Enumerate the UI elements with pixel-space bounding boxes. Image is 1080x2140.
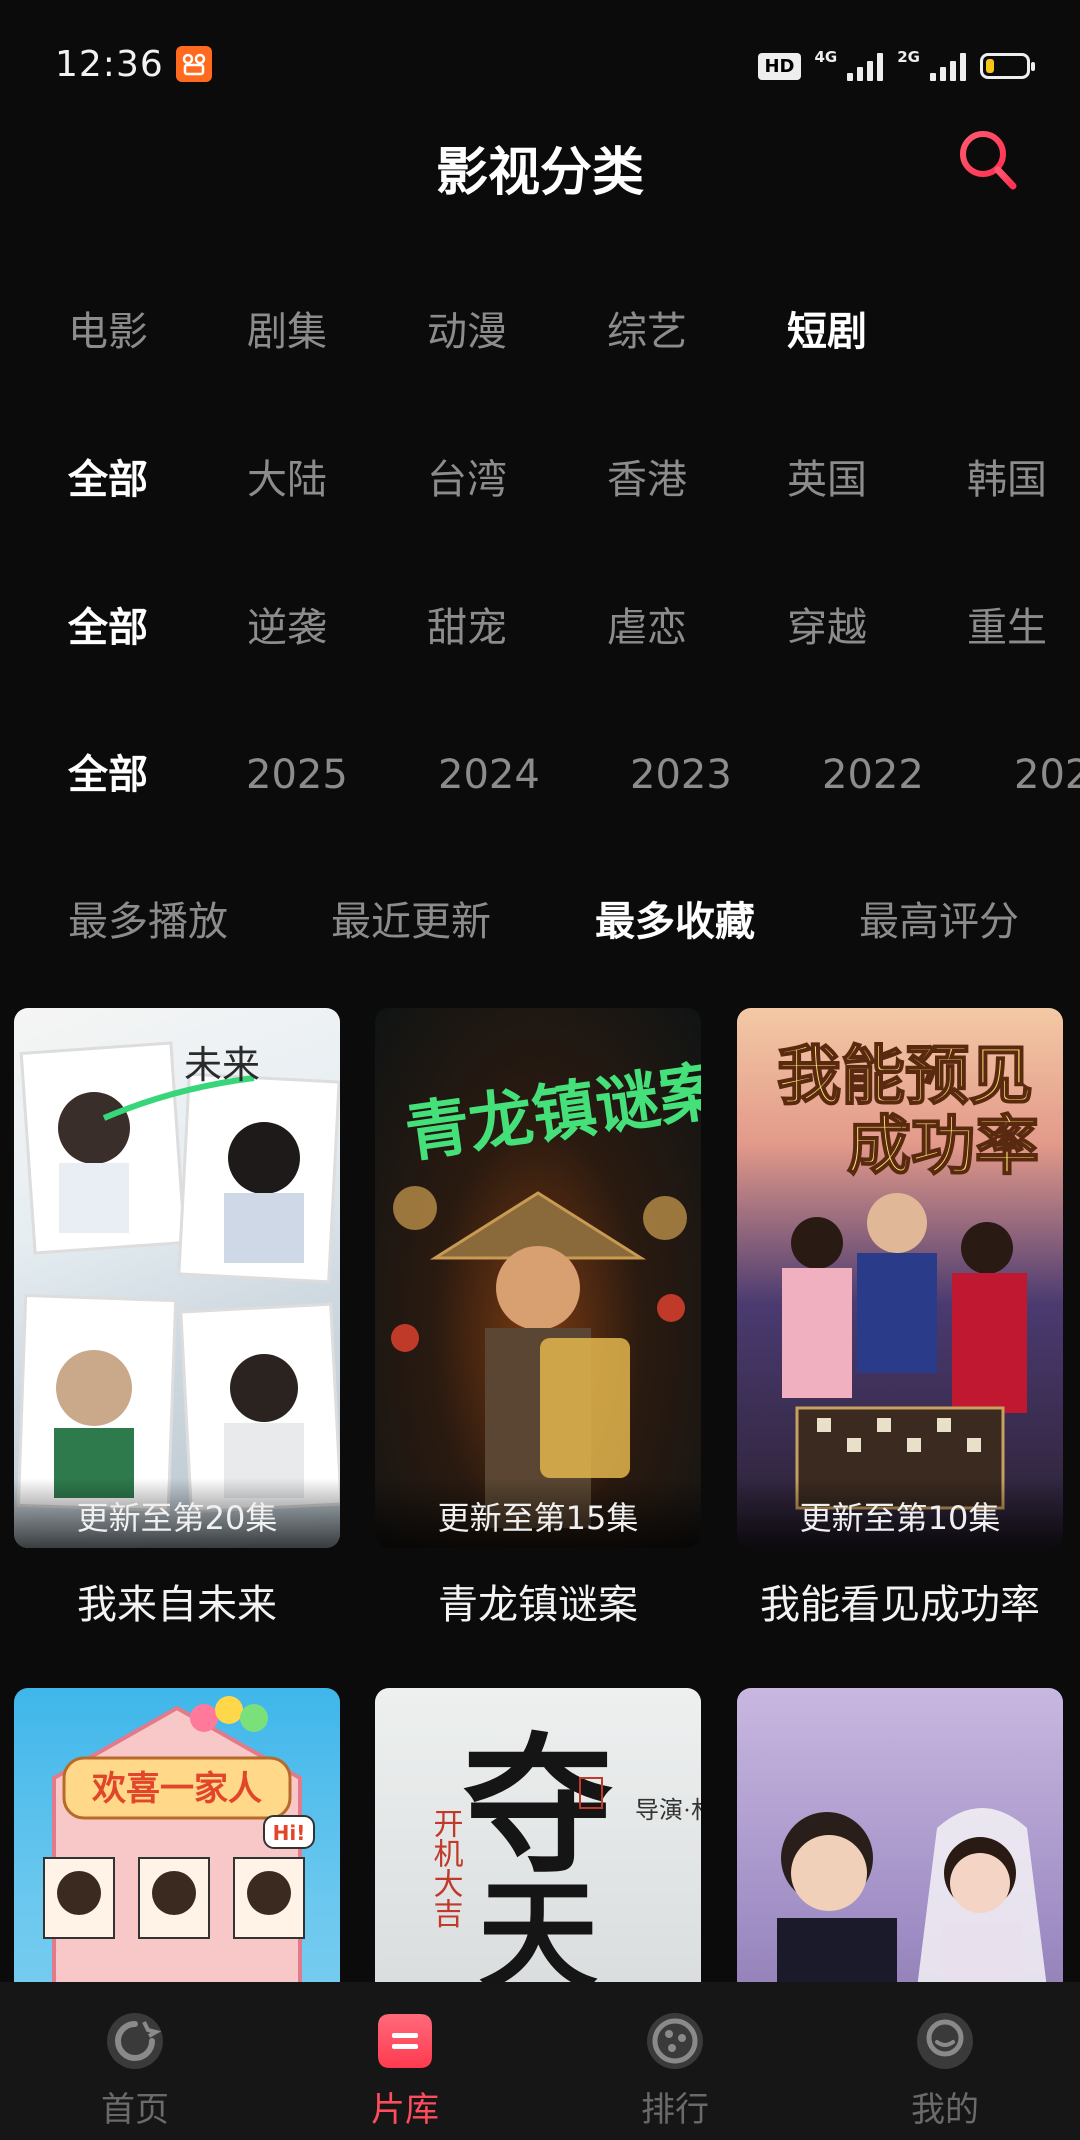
poster-image: 青龙镇谜案 更新至第15集 [375,1008,701,1548]
genre-chip-all[interactable]: 全部 [68,588,148,668]
signal-icon-secondary [930,51,966,81]
svg-text:成功率: 成功率 [847,1111,1039,1182]
home-icon [107,2013,163,2069]
year-chip-2025[interactable]: 2025 [246,735,348,815]
type-chip-variety[interactable]: 综艺 [607,292,687,372]
content-card[interactable]: 我能预见 成功率 更新至第10集 我能看见成功率 [737,1008,1063,1630]
nav-label-ranking: 排行 [641,2090,709,2130]
search-button[interactable] [955,126,1021,196]
sort-chip-recently-updated[interactable]: 最近更新 [331,882,491,962]
svg-text:我能预见: 我能预见 [777,1041,1033,1112]
region-filter-row: 全部 大陆 台湾 香港 英国 韩国 [0,440,1080,520]
type-chip-movie[interactable]: 电影 [68,292,148,372]
type-filter-row: 电影 剧集 动漫 综艺 短剧 [0,292,1080,372]
sort-filter-row: 最多播放 最近更新 最多收藏 最高评分 [0,882,1080,962]
bottom-nav: 首页 片库 排行 我的 [0,1982,1080,2140]
poster-image: 未来 更新至第20集 [14,1008,340,1548]
library-icon [378,2014,432,2068]
region-chip-korea[interactable]: 韩国 [967,440,1047,520]
battery-icon [980,53,1035,79]
year-chip-2024[interactable]: 2024 [438,735,540,815]
region-chip-taiwan[interactable]: 台湾 [427,440,507,520]
type-chip-series[interactable]: 剧集 [247,292,327,372]
nav-item-profile[interactable]: 我的 [810,1982,1080,2140]
card-title: 青龙镇谜案 [438,1582,638,1628]
nav-label-profile: 我的 [911,2090,979,2130]
nav-item-home[interactable]: 首页 [0,1982,270,2140]
nav-item-library[interactable]: 片库 [270,1982,540,2140]
year-chip-2023[interactable]: 2023 [630,735,732,815]
poster-image: 我能预见 成功率 更新至第10集 [737,1008,1063,1548]
genre-chip-sweet[interactable]: 甜宠 [427,588,507,668]
sort-chip-most-favorited[interactable]: 最多收藏 [595,882,755,962]
region-chip-all[interactable]: 全部 [68,440,148,520]
hd-badge: HD [758,52,801,80]
genre-chip-angst[interactable]: 虐恋 [607,588,687,668]
svg-text:Hi!: Hi! [273,1821,306,1845]
type-chip-anime[interactable]: 动漫 [427,292,507,372]
search-icon [960,131,1017,190]
profile-icon [917,2013,973,2069]
card-title: 我来自未来 [77,1582,277,1628]
nav-item-ranking[interactable]: 排行 [540,1982,810,2140]
battery-level [986,59,994,73]
update-status: 更新至第10集 [737,1478,1063,1548]
svg-text:青龙镇谜案: 青龙镇谜案 [401,1055,701,1170]
app-notification-icon [176,46,212,82]
sort-chip-most-played[interactable]: 最多播放 [68,882,228,962]
nav-label-library: 片库 [371,2090,439,2130]
content-card[interactable]: 未来 更新至第20集 我来自未来 [14,1008,340,1630]
network-label-2g: 2G [897,48,920,66]
year-chip-2022[interactable]: 2022 [822,735,924,815]
header: 影视分类 [0,120,1080,204]
region-chip-uk[interactable]: 英国 [787,440,867,520]
year-chip-2021[interactable]: 2021 [1014,735,1080,815]
year-chip-all[interactable]: 全部 [68,735,148,815]
region-chip-mainland[interactable]: 大陆 [247,440,327,520]
page-title: 影视分类 [435,143,644,203]
update-status: 更新至第20集 [14,1478,340,1548]
year-filter-row: 全部 2025 2024 2023 2022 2021 [0,735,1080,815]
genre-filter-row: 全部 逆袭 甜宠 虐恋 穿越 重生 [0,588,1080,668]
region-chip-hongkong[interactable]: 香港 [607,440,687,520]
ranking-icon [647,2013,703,2069]
svg-text:欢喜一家人: 欢喜一家人 [91,1770,262,1808]
genre-chip-comeback[interactable]: 逆袭 [247,588,327,668]
status-indicators: HD 4G 2G [758,46,1035,86]
status-time: 12:36 [55,44,164,85]
type-chip-short-drama[interactable]: 短剧 [787,292,867,372]
update-status: 更新至第15集 [375,1478,701,1548]
genre-chip-time-travel[interactable]: 穿越 [787,588,867,668]
svg-text:开机大吉: 开机大吉 [429,1808,464,1928]
svg-text:天: 天 [478,1871,598,1988]
network-label-4g: 4G [814,48,838,66]
genre-chip-rebirth[interactable]: 重生 [967,588,1047,668]
card-title: 我能看见成功率 [760,1582,1040,1628]
svg-text:导演·林: 导演·林 [635,1797,701,1824]
signal-icon [847,51,884,81]
sort-chip-top-rated[interactable]: 最高评分 [859,882,1019,962]
nav-label-home: 首页 [101,2090,169,2130]
status-bar: 12:36 HD 4G 2G [0,0,1080,130]
poster-title-art: 未来 [184,1045,260,1087]
content-card[interactable]: 青龙镇谜案 更新至第15集 青龙镇谜案 [375,1008,701,1630]
